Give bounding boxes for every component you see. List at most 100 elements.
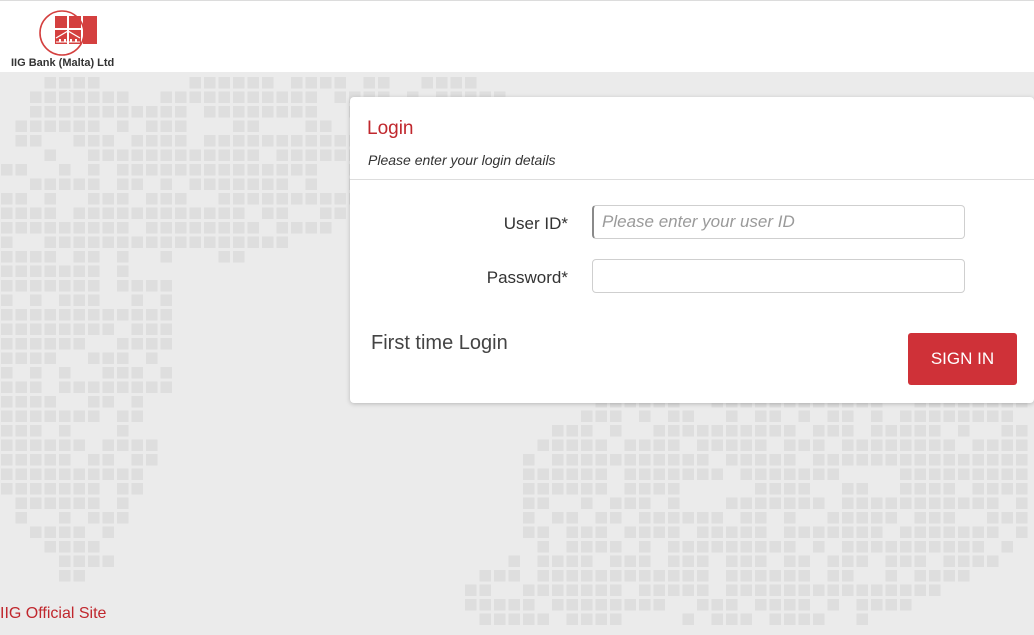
map-tile [943,439,955,451]
map-tile [523,613,535,625]
map-tile [1016,526,1028,538]
map-tile [30,526,42,538]
map-tile [15,512,27,524]
map-tile [102,91,114,103]
map-tile [30,222,42,234]
map-tile [131,367,143,379]
map-tile [972,483,984,495]
map-tile [218,135,230,147]
map-tile [871,410,883,422]
map-tile [769,483,781,495]
map-tile [943,410,955,422]
map-tile [131,381,143,393]
iig-official-site-link[interactable]: IIG Official Site [0,605,106,623]
map-tile [131,454,143,466]
map-tile [102,236,114,248]
map-tile [1,483,13,495]
map-tile [595,512,607,524]
map-tile [784,526,796,538]
brand-logo[interactable]: IIG Bank (Malta) Ltd [0,1,160,73]
map-tile [987,439,999,451]
map-tile [218,149,230,161]
map-tile [668,541,680,553]
map-tile [59,367,71,379]
map-tile [334,91,346,103]
map-tile [885,439,897,451]
map-tile [30,410,42,422]
map-tile [117,207,129,219]
map-tile [117,352,129,364]
map-tile [204,207,216,219]
map-tile [88,135,100,147]
map-tile [740,541,752,553]
map-tile [320,120,332,132]
sign-in-button[interactable]: SIGN IN [908,333,1017,385]
map-tile [900,555,912,567]
map-tile [189,207,201,219]
map-tile [639,599,651,611]
map-tile [798,483,810,495]
first-time-login-link[interactable]: First time Login [371,332,508,355]
map-tile [15,483,27,495]
map-tile [15,454,27,466]
map-tile [131,294,143,306]
map-tile [247,193,259,205]
map-tile [1,309,13,321]
map-tile [682,454,694,466]
map-tile [1,222,13,234]
map-tile [914,483,926,495]
map-tile [682,410,694,422]
map-tile [189,91,201,103]
map-tile [581,613,593,625]
map-tile [972,468,984,480]
map-tile [160,120,172,132]
map-tile [88,454,100,466]
map-tile [117,468,129,480]
map-tile [827,526,839,538]
map-tile [711,599,723,611]
map-tile [1001,410,1013,422]
map-tile [914,425,926,437]
map-tile [740,454,752,466]
map-tile [929,526,941,538]
map-tile [871,512,883,524]
map-tile [566,454,578,466]
map-tile [856,483,868,495]
map-tile [334,207,346,219]
map-tile [769,454,781,466]
map-tile [1,294,13,306]
map-tile [842,570,854,582]
map-tile [233,91,245,103]
map-tile [117,222,129,234]
map-tile [784,599,796,611]
map-tile [1,352,13,364]
map-tile [639,570,651,582]
map-tile [668,526,680,538]
map-tile [175,106,187,118]
map-tile [726,599,738,611]
map-tile [117,338,129,350]
map-tile [929,512,941,524]
map-tile [682,613,694,625]
map-tile [15,323,27,335]
map-tile [73,178,85,190]
map-tile [30,91,42,103]
map-tile [378,77,390,89]
map-tile [218,222,230,234]
map-tile [1,367,13,379]
map-tile [1001,468,1013,480]
map-tile [44,106,56,118]
map-tile [740,497,752,509]
map-tile [798,439,810,451]
user-id-input[interactable] [592,205,965,239]
map-tile [581,555,593,567]
map-tile [73,251,85,263]
map-tile [523,584,535,596]
map-tile [711,512,723,524]
map-tile [798,555,810,567]
map-tile [44,222,56,234]
map-tile [59,236,71,248]
password-input[interactable] [592,259,965,293]
map-tile [30,352,42,364]
map-tile [1016,512,1028,524]
